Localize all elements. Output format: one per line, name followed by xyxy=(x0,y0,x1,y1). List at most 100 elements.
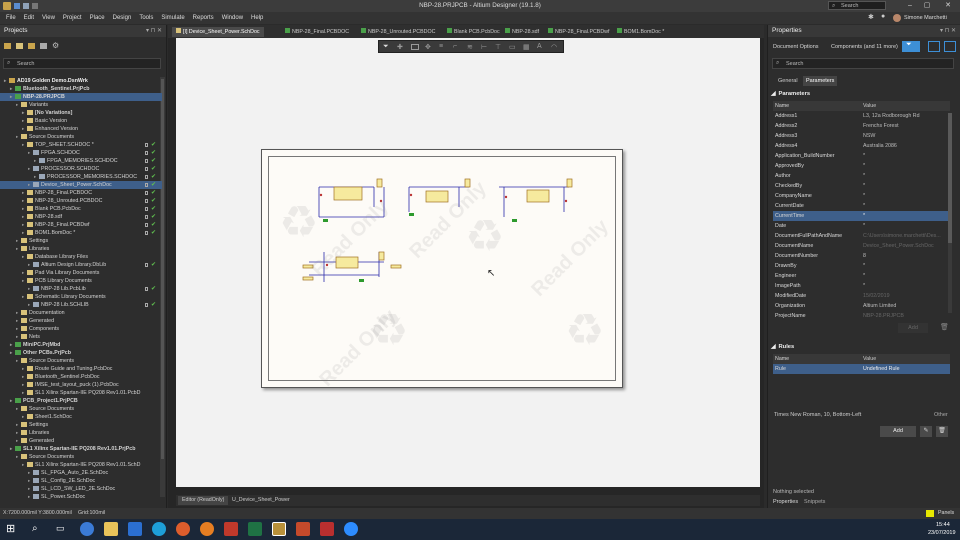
parameter-row[interactable]: ModifiedDate 15/02/2019 xyxy=(773,291,950,301)
parameter-row[interactable]: Address4 Australia 2086 xyxy=(773,141,950,151)
tree-item[interactable]: ▸ SL_FPGA_Auto_2E.SchDoc xyxy=(0,469,162,477)
parameter-row[interactable]: CompanyName * xyxy=(773,191,950,201)
parameter-value[interactable]: Device_Sheet_Power.SchDoc xyxy=(863,241,934,251)
parameter-row[interactable]: CurrentTime * xyxy=(773,211,950,221)
folder-icon[interactable] xyxy=(16,43,23,49)
component-icon[interactable]: ▭ xyxy=(509,43,516,51)
close-window-button[interactable]: ✕ xyxy=(940,0,956,12)
sheet-symbol-icon[interactable]: ▦ xyxy=(523,43,530,51)
move-icon[interactable]: ✥ xyxy=(425,43,431,51)
tree-item[interactable]: ▸ SL1 Xilinx Spartan-IIE PQ208 Rev1.01.Pc… xyxy=(0,389,162,397)
tree-item[interactable]: ▸ SL_Power.SchDoc xyxy=(0,493,162,501)
menu-design[interactable]: Design xyxy=(109,12,136,24)
tree-item[interactable]: ▸ Bluetooth_Sentinel.PcbDoc xyxy=(0,373,162,381)
gear-icon[interactable]: ✱ xyxy=(868,13,874,21)
tree-item[interactable]: ▸ Altium Design Library.DbLib ✔ xyxy=(0,261,162,269)
align-icon[interactable]: ≡ xyxy=(439,43,443,50)
powerpoint-icon[interactable] xyxy=(296,522,310,536)
outlook-icon[interactable] xyxy=(128,522,142,536)
zoom-icon[interactable] xyxy=(344,522,358,536)
tree-item[interactable]: ▸ Device_Sheet_Power.SchDoc ✔ xyxy=(0,181,162,189)
edge-icon[interactable] xyxy=(80,522,94,536)
parameter-row[interactable]: Date * xyxy=(773,221,950,231)
menu-tools[interactable]: Tools xyxy=(135,12,157,24)
settings-gear-icon[interactable]: ⚙ xyxy=(52,41,59,50)
plus-icon[interactable]: ✚ xyxy=(397,43,403,51)
editor-tab[interactable]: Editor (ReadOnly) xyxy=(178,496,229,505)
filter-button[interactable]: ⏷ xyxy=(902,41,920,52)
rule-row[interactable]: Rule Undefined Rule xyxy=(773,364,950,374)
file-explorer-icon[interactable] xyxy=(104,522,118,536)
menu-project[interactable]: Project xyxy=(59,12,86,24)
rule-value[interactable]: Undefined Rule xyxy=(863,364,900,374)
document-tab[interactable]: NBP-28_Unrouted.PCBDOC xyxy=(357,27,439,37)
panels-button[interactable]: Panels xyxy=(938,510,954,516)
tree-item[interactable]: ▸ Route Guide and Tuning.PcbDoc xyxy=(0,365,162,373)
tab-parameters[interactable]: Parameters xyxy=(803,76,838,86)
parameter-value[interactable]: * xyxy=(863,161,865,171)
rules-section-header[interactable]: ◢ Rules xyxy=(771,344,794,350)
open-folder-icon[interactable] xyxy=(28,43,35,49)
tab-properties[interactable]: Properties xyxy=(773,499,798,505)
parameters-section-header[interactable]: ◢ Parameters xyxy=(771,91,810,97)
skype-icon[interactable] xyxy=(152,522,166,536)
acrobat-icon[interactable] xyxy=(224,522,238,536)
tree-item[interactable]: ▸ [No Variations] xyxy=(0,109,162,117)
parameter-value[interactable]: C:\Users\simone.marchetti\Des... xyxy=(863,231,941,241)
tree-item[interactable]: ▸ Components xyxy=(0,325,162,333)
global-search-box[interactable]: ⌕ Search xyxy=(828,1,886,10)
parameter-row[interactable]: ImagePath * xyxy=(773,281,950,291)
tree-item[interactable]: ▸ Source Documents xyxy=(0,453,162,461)
tree-item[interactable]: ▸ Settings xyxy=(0,421,162,429)
parameter-value[interactable]: * xyxy=(863,211,865,221)
tree-item[interactable]: ▸ NBP-28_Final.PCBDOC ✔ xyxy=(0,189,162,197)
tree-item[interactable]: ▸ BOM1.BomDoc * ✔ xyxy=(0,229,162,237)
parameter-row[interactable]: Author * xyxy=(773,171,950,181)
panel-pin-icon[interactable]: ▾ ⊓ ✕ xyxy=(940,25,956,37)
filter-icon[interactable]: ⏷ xyxy=(383,43,389,51)
parameter-row[interactable]: Address1 L3, 12a Rodborough Rd xyxy=(773,111,950,121)
shapes-icon[interactable]: ◠ xyxy=(551,43,557,51)
menu-edit[interactable]: Edit xyxy=(20,12,38,24)
parameter-value[interactable]: 8 xyxy=(863,251,866,261)
document-tab[interactable]: NBP-28_Final.PCBDOC xyxy=(281,27,353,37)
parameter-row[interactable]: ProjectName NBP-28.PRJPCB xyxy=(773,311,950,321)
parameter-value[interactable]: L3, 12a Rodborough Rd xyxy=(863,111,920,121)
parameter-value[interactable]: * xyxy=(863,171,865,181)
tree-item[interactable]: ▸ IMSE_test_layout_puck (1).PcbDoc xyxy=(0,381,162,389)
delete-icon[interactable]: 🗑 xyxy=(940,323,949,331)
tree-item[interactable]: ▸ MiniPC.PrjMbd xyxy=(0,341,162,349)
parameter-row[interactable]: DocumentNumber 8 xyxy=(773,251,950,261)
parameter-value[interactable]: Altium Limited xyxy=(863,301,896,311)
tree-item[interactable]: ▸ Documentation xyxy=(0,309,162,317)
power-port-icon[interactable]: ⊤ xyxy=(495,43,501,51)
pick-mode-button[interactable] xyxy=(944,41,956,52)
tab-snippets[interactable]: Snippets xyxy=(804,499,825,505)
select-mode-button[interactable] xyxy=(928,41,940,52)
parameter-row[interactable]: DocumentName Device_Sheet_Power.SchDoc xyxy=(773,241,950,251)
tree-item[interactable]: ▸ PROCESSOR_MEMORIES.SCHDOC ✔ xyxy=(0,173,162,181)
sheet-tab[interactable]: U_Device_Sheet_Power xyxy=(228,496,294,505)
parameter-value[interactable]: * xyxy=(863,281,865,291)
tree-item[interactable]: ▸ Database Library Files xyxy=(0,253,162,261)
select-rect-icon[interactable] xyxy=(411,44,419,50)
parameter-row[interactable]: Engineer * xyxy=(773,271,950,281)
tree-item[interactable]: ▸ Settings xyxy=(0,237,162,245)
tree-item[interactable]: ▸ Sheet1.SchDoc xyxy=(0,413,162,421)
bus-icon[interactable]: ≋ xyxy=(467,43,473,51)
document-tab[interactable]: Blank PCB.PcbDoc xyxy=(443,27,504,37)
parameter-value[interactable]: * xyxy=(863,151,865,161)
user-name[interactable]: Simone Marchetti xyxy=(904,12,947,24)
tree-item[interactable]: ▸ NBP-28 Lib.PcbLib ✔ xyxy=(0,285,162,293)
properties-search-input[interactable]: ⌕ Search xyxy=(772,58,954,69)
tree-item[interactable]: ▸ SL1 Xilinx Spartan-IIE PQ208 Rev1.01.Sc… xyxy=(0,461,162,469)
parameter-row[interactable]: Address2 Frenchs Forest xyxy=(773,121,950,131)
document-tab[interactable]: [I] Device_Sheet_Power.SchDoc xyxy=(172,27,264,37)
document-icon[interactable] xyxy=(40,43,47,49)
parameter-value[interactable]: NSW xyxy=(863,131,875,141)
add-rule-button[interactable]: Add xyxy=(880,426,916,437)
task-view-icon[interactable]: ▭ xyxy=(56,523,65,534)
menu-reports[interactable]: Reports xyxy=(189,12,218,24)
tree-item[interactable]: ▸ Blank PCB.PcbDoc ✔ xyxy=(0,205,162,213)
tree-item[interactable]: ▸ Variants xyxy=(0,101,162,109)
